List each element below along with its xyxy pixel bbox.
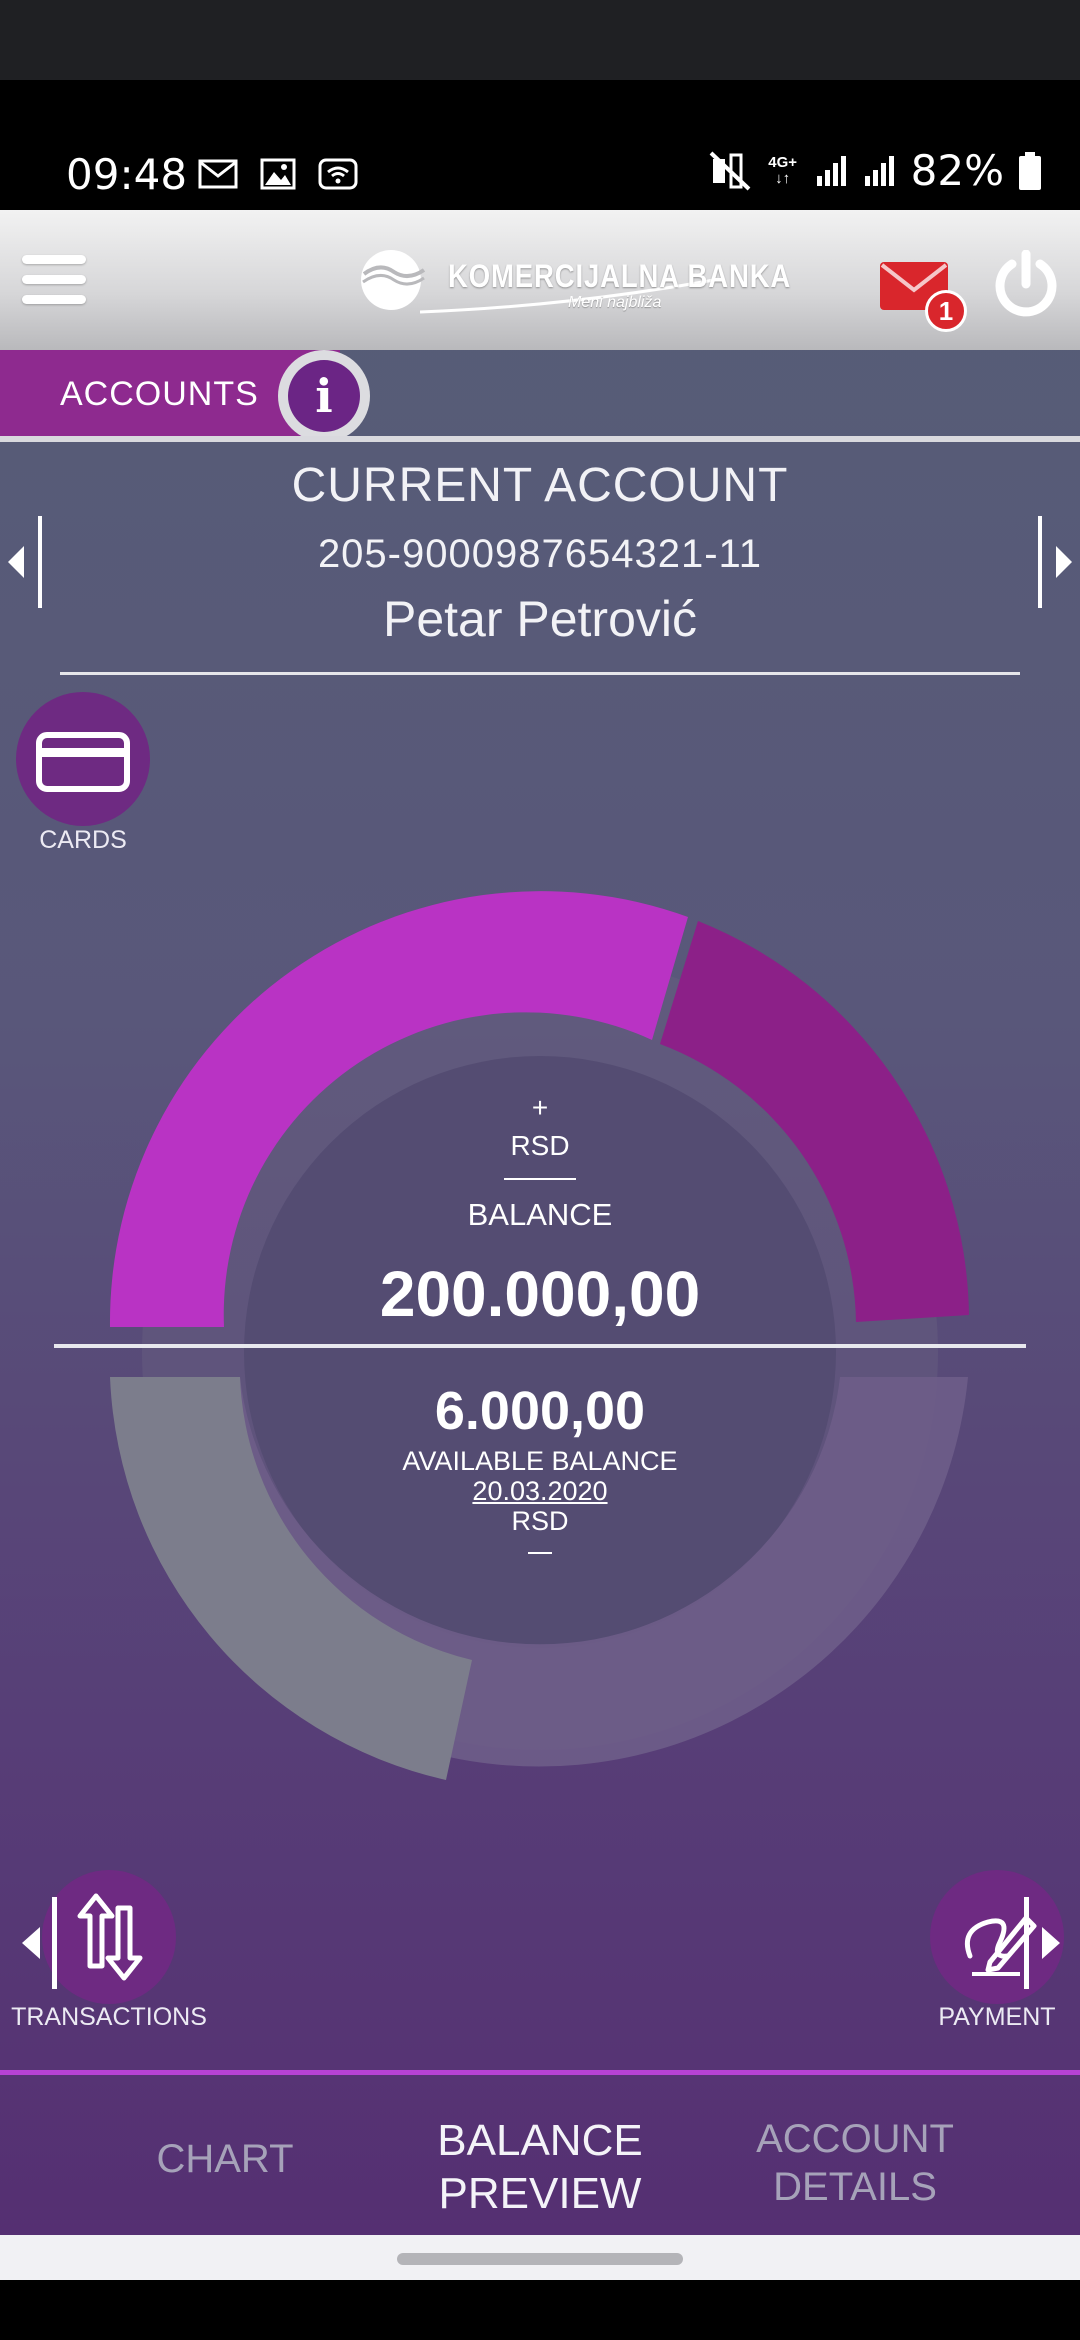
logout-button[interactable]	[992, 249, 1060, 320]
image-icon	[260, 158, 296, 190]
battery-percent: 82%	[910, 146, 1004, 195]
cards-button[interactable]	[16, 692, 150, 826]
status-right-icons: 4G+ ↓↑ 82%	[709, 146, 1042, 195]
next-account-button[interactable]	[1034, 516, 1076, 608]
account-number: 205-9000987654321-11	[317, 532, 763, 576]
chevron-right-icon	[1038, 516, 1072, 608]
home-handle[interactable]	[397, 2253, 683, 2265]
status-left-icons	[198, 158, 358, 190]
unread-badge: 1	[925, 290, 967, 332]
tab-balance-preview-line1: BALANCE	[437, 2116, 643, 2165]
balance-label: BALANCE	[467, 1197, 613, 1232]
balance-date: 20.03.2020	[0, 1476, 1080, 1507]
accounts-tab-label: ACCOUNTS	[60, 375, 259, 413]
menu-bar	[22, 275, 86, 284]
mail-icon	[198, 159, 238, 189]
cards-label: CARDS	[39, 826, 127, 854]
available-balance-amount: 6.000,00	[434, 1381, 646, 1441]
top-system-strip	[0, 0, 1080, 80]
tab-balance-preview-line2: PREVIEW	[438, 2168, 642, 2218]
bottom-system-strip	[0, 2280, 1080, 2340]
mute-icon	[709, 151, 751, 190]
nav-previous-button[interactable]	[18, 1897, 62, 1989]
minus-dash	[528, 1552, 552, 1554]
credit-card-icon	[36, 732, 130, 792]
available-balance-label: AVAILABLE BALANCE	[402, 1446, 678, 1476]
tab-account-details-line2: DETAILS	[773, 2165, 937, 2209]
bank-logo: KOMERCIJALNA BANKA Meni najbliža	[358, 248, 790, 318]
power-icon	[995, 249, 1057, 317]
app-header: KOMERCIJALNA BANKA Meni najbliža 1	[0, 210, 1080, 350]
tab-account-details-line1: ACCOUNT	[756, 2117, 954, 2161]
gauge-divider	[54, 1344, 1026, 1348]
balance-currency: RSD	[510, 1130, 570, 1161]
transactions-label: TRANSACTIONS	[11, 2003, 207, 2031]
menu-bar	[22, 255, 86, 264]
bank-tagline: Meni najbliža	[568, 294, 662, 311]
nav-next-button[interactable]	[1020, 1897, 1064, 1989]
signal-icon	[816, 155, 846, 186]
battery-icon	[1019, 151, 1041, 190]
menu-button[interactable]	[22, 255, 86, 305]
bank-name: KOMERCIJALNA BANKA	[448, 258, 792, 294]
bank-logo-icon	[361, 250, 426, 310]
account-divider	[60, 672, 1020, 675]
balance-amount: 200.000,00	[379, 1258, 701, 1330]
balance-sign: +	[531, 1092, 549, 1123]
chevron-right-icon	[1024, 1897, 1060, 1989]
transactions-button[interactable]	[42, 1870, 176, 2004]
account-owner: Petar Petrović	[382, 591, 697, 647]
tab-balance-preview[interactable]: BALANCE PREVIEW	[395, 2115, 685, 2221]
tab-account-details[interactable]: ACCOUNT DETAILS	[740, 2115, 970, 2211]
tab-chart[interactable]: CHART	[120, 2135, 330, 2183]
network-type: 4G+	[768, 153, 798, 171]
account-type: CURRENT ACCOUNT	[291, 459, 789, 512]
signal-icon	[864, 155, 894, 186]
bottom-nav: CHART BALANCE PREVIEW ACCOUNT DETAILS	[0, 2075, 1080, 2235]
network-icon: 4G+ ↓↑	[768, 153, 798, 187]
transfer-arrows-icon	[77, 1893, 143, 1981]
wifi-calling-icon	[318, 158, 358, 190]
currency-underline	[504, 1178, 576, 1180]
chevron-left-icon	[22, 1897, 57, 1989]
status-time: 09:48	[66, 150, 188, 199]
balance-date-text: 20.03.2020	[472, 1476, 608, 1506]
status-bar: 09:48 4G+ ↓↑ 82%	[0, 140, 1080, 210]
app-screen: KOMERCIJALNA BANKA Meni najbliža 1 ACCOU…	[0, 210, 1080, 2235]
info-button[interactable]: i	[278, 350, 370, 442]
available-currency: RSD	[511, 1506, 569, 1536]
info-icon: i	[288, 360, 360, 432]
section-divider	[0, 436, 1080, 442]
menu-bar	[22, 295, 86, 304]
payment-label: PAYMENT	[938, 2003, 1056, 2031]
